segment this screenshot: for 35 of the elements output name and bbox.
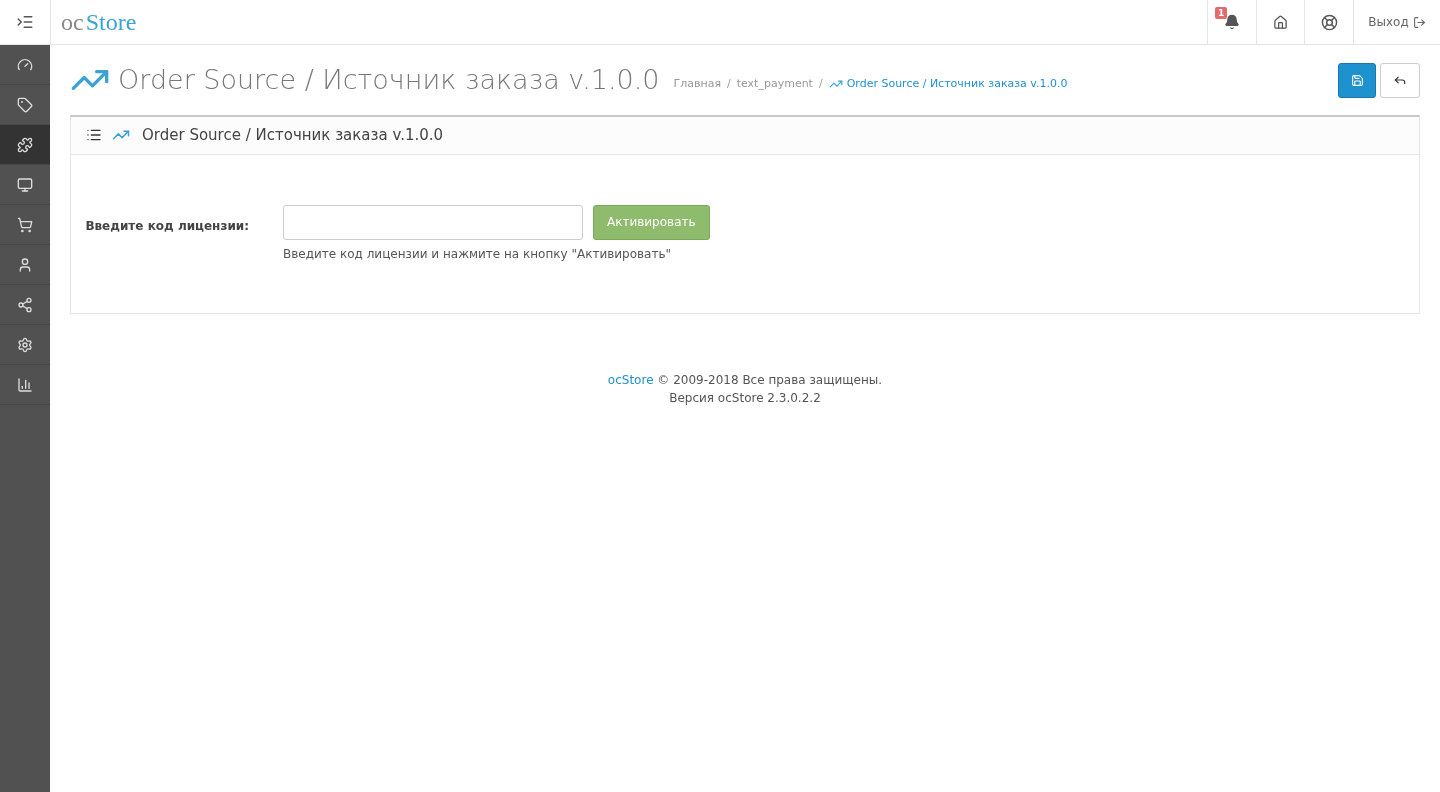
breadcrumb-separator: / — [727, 76, 731, 92]
share-icon — [17, 296, 33, 313]
page-title: Order Source / Источник заказа v.1.0.0 — [118, 63, 660, 97]
tag-icon — [17, 96, 33, 113]
menu-icon[interactable] — [16, 13, 34, 31]
field-label: Введите код лицензии: — [84, 217, 250, 235]
version-text: Версия ocStore 2.3.0.2.2 — [668, 389, 822, 407]
logo-name: Store — [85, 8, 137, 37]
save-button[interactable] — [1338, 62, 1376, 98]
logout-icon — [1412, 15, 1426, 29]
bar-chart-icon — [17, 376, 33, 393]
logout-link[interactable]: Выход — [1353, 0, 1440, 44]
lifebuoy-icon[interactable] — [1320, 13, 1338, 31]
puzzle-icon — [17, 136, 33, 153]
user-icon — [17, 256, 33, 273]
activate-button[interactable]: Активировать — [593, 204, 710, 240]
gear-icon — [17, 336, 33, 353]
monitor-icon — [17, 176, 33, 193]
logo-prefix: oc — [61, 8, 84, 37]
gauge-icon — [17, 56, 33, 73]
breadcrumb-link[interactable]: Главная — [673, 76, 721, 93]
breadcrumb-separator: / — [818, 76, 823, 92]
cart-icon — [17, 216, 33, 233]
footer-link[interactable]: ocStore — [607, 372, 654, 387]
sidebar-item[interactable] — [0, 125, 50, 165]
home-icon[interactable] — [1273, 14, 1288, 30]
notification-badge: 1 — [1215, 7, 1228, 19]
help-text: Введите код лицензии и нажмите на кнопку "Активировать" — [283, 245, 673, 263]
list-icon — [86, 127, 102, 143]
breadcrumb-link[interactable]: Order Source / Источник заказа v.1.0.0 — [846, 76, 1068, 93]
bell-icon[interactable] — [1224, 14, 1240, 30]
panel-title: Order Source / Источник заказа v.1.0.0 — [142, 124, 444, 146]
breadcrumb-link[interactable]: text_payment — [736, 76, 813, 93]
copyright-text: © 2009-2018 Все права защищены. — [657, 372, 883, 387]
license-input-field[interactable] — [283, 204, 583, 240]
